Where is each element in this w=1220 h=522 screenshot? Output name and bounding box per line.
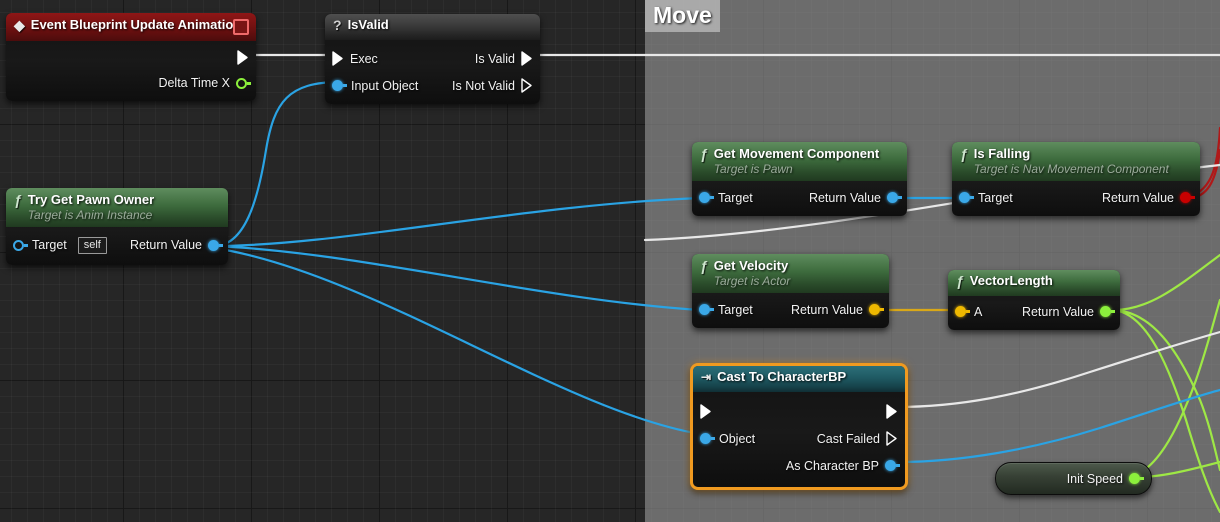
float-pin-return-value[interactable]: [1100, 305, 1115, 318]
object-pin-target[interactable]: [13, 239, 28, 252]
node-title: Get Movement Component: [713, 146, 880, 161]
node-header[interactable]: ƒ Try Get Pawn Owner Target is Anim Inst…: [6, 188, 228, 227]
pin-row-as-character-bp: As Character BP: [693, 452, 905, 479]
node-get-velocity[interactable]: ƒ Get Velocity Target is Actor Target Re…: [692, 254, 889, 328]
node-subtitle: Target is Anim Instance: [27, 208, 153, 222]
function-f-icon: ƒ: [14, 192, 22, 208]
node-subtitle: Target is Pawn: [713, 162, 793, 176]
pin-label: Target: [718, 302, 753, 317]
pin-label: Delta Time X: [158, 76, 230, 90]
node-header[interactable]: ƒ Get Velocity Target is Actor: [692, 254, 889, 293]
node-title: Is Falling: [973, 146, 1031, 161]
target-self-field[interactable]: self: [77, 236, 107, 254]
object-pin-input-object[interactable]: [332, 79, 347, 92]
node-cast-to-characterbp[interactable]: ⇥ Cast To CharacterBP Object Cast Failed…: [690, 363, 908, 490]
pin-row-target: Target self Return Value: [6, 233, 228, 257]
vector-pin-return-value[interactable]: [869, 303, 884, 316]
pin-row-target: Target Return Value: [692, 186, 907, 209]
pin-label: Return Value: [1101, 190, 1174, 205]
vector-pin-a[interactable]: [955, 305, 970, 318]
pin-row-exec: [693, 398, 905, 425]
pin-label: Target: [32, 238, 67, 252]
object-pin-return-value[interactable]: [208, 239, 223, 252]
object-pin-target[interactable]: [959, 191, 974, 204]
object-pin-object[interactable]: [700, 432, 715, 445]
question-mark-icon: ?: [333, 17, 342, 33]
pin-label: Cast Failed: [816, 431, 880, 446]
node-header[interactable]: ? IsValid: [325, 14, 540, 40]
exec-pin-cast-failed[interactable]: [886, 431, 898, 446]
object-pin-target[interactable]: [699, 303, 714, 316]
pin-row-delta-time: Delta Time X: [6, 70, 256, 96]
pin-label: Is Valid: [474, 51, 515, 66]
pin-label: Return Value: [129, 238, 202, 252]
node-is-falling[interactable]: ƒ Is Falling Target is Nav Movement Comp…: [952, 142, 1200, 216]
exec-pin-is-valid[interactable]: [521, 51, 533, 66]
boolean-pin-return-value[interactable]: [1180, 191, 1195, 204]
pin-label: Object: [719, 431, 756, 446]
node-event-blueprint-update-animation[interactable]: ◆ Event Blueprint Update Animation Delta…: [6, 13, 256, 101]
node-title: Cast To CharacterBP: [717, 369, 847, 384]
breakpoint-square-icon[interactable]: [233, 19, 249, 35]
pin-label: Is Not Valid: [452, 78, 515, 93]
node-header[interactable]: ƒ VectorLength: [948, 270, 1120, 296]
pin-row-target: Target Return Value: [952, 186, 1200, 209]
pin-row-input-object: Input Object Is Not Valid: [325, 72, 540, 99]
function-f-icon: ƒ: [700, 258, 708, 274]
node-subtitle: Target is Actor: [713, 274, 791, 288]
node-try-get-pawn-owner[interactable]: ƒ Try Get Pawn Owner Target is Anim Inst…: [6, 188, 228, 265]
comment-title[interactable]: Move: [645, 0, 720, 32]
function-f-icon: ƒ: [956, 273, 964, 289]
pin-label: Target: [978, 190, 1013, 205]
exec-pin-out[interactable]: [886, 404, 898, 419]
object-pin-target[interactable]: [699, 191, 714, 204]
pin-row-target: Target Return Value: [692, 298, 889, 321]
node-header[interactable]: ƒ Get Movement Component Target is Pawn: [692, 142, 907, 181]
blueprint-graph-canvas[interactable]: Move .w{fill:none;stroke-linecap:round;}…: [0, 0, 1220, 522]
pin-label: Exec: [350, 51, 378, 66]
node-vector-length[interactable]: ƒ VectorLength A Return Value: [948, 270, 1120, 330]
node-subtitle: Target is Nav Movement Component: [973, 162, 1169, 176]
node-title: IsValid: [347, 17, 389, 32]
node-header[interactable]: ƒ Is Falling Target is Nav Movement Comp…: [952, 142, 1200, 181]
function-f-icon: ƒ: [960, 146, 968, 162]
event-diamond-icon: ◆: [14, 17, 25, 33]
pin-row-exec: Exec Is Valid: [325, 45, 540, 72]
cast-arrow-icon: ⇥: [701, 370, 712, 384]
exec-pin-in[interactable]: [700, 404, 712, 419]
node-title: Try Get Pawn Owner: [27, 192, 155, 207]
node-title: Event Blueprint Update Animation: [30, 17, 242, 32]
node-init-speed-variable[interactable]: Init Speed: [995, 462, 1152, 495]
float-pin-init-speed[interactable]: [1129, 472, 1144, 485]
node-header[interactable]: ⇥ Cast To CharacterBP: [693, 366, 905, 392]
float-pin-delta-time[interactable]: [236, 77, 251, 90]
exec-pin-in[interactable]: [332, 51, 344, 66]
pin-label: Target: [718, 190, 753, 205]
pin-row-object: Object Cast Failed: [693, 425, 905, 452]
pin-label: Return Value: [790, 302, 863, 317]
exec-pin-out[interactable]: [237, 49, 249, 65]
pin-label: Return Value: [1021, 304, 1094, 319]
function-f-icon: ƒ: [700, 146, 708, 162]
exec-pin-is-not-valid[interactable]: [521, 78, 533, 93]
pin-label: Return Value: [808, 190, 881, 205]
pin-row-exec-out: [6, 44, 256, 70]
node-is-valid[interactable]: ? IsValid Exec Is Valid Input Object Is …: [325, 14, 540, 104]
object-pin-as-character-bp[interactable]: [885, 459, 900, 472]
node-title: Get Velocity: [713, 258, 789, 273]
pin-label: Input Object: [351, 78, 419, 93]
node-title: VectorLength: [969, 273, 1053, 288]
object-pin-return-value[interactable]: [887, 191, 902, 204]
node-get-movement-component[interactable]: ƒ Get Movement Component Target is Pawn …: [692, 142, 907, 216]
pin-label: A: [974, 304, 983, 319]
variable-label: Init Speed: [1066, 471, 1123, 486]
pin-row-a: A Return Value: [948, 300, 1120, 323]
node-header[interactable]: ◆ Event Blueprint Update Animation: [6, 13, 256, 41]
pin-label: As Character BP: [785, 458, 879, 473]
